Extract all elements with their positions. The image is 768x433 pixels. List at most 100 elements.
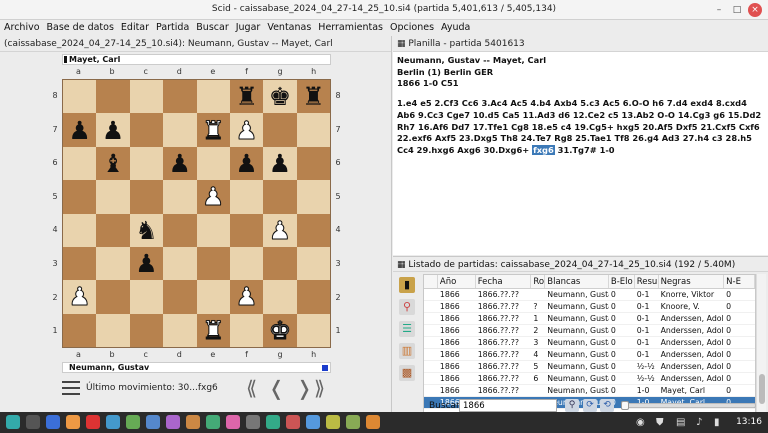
last-move-button[interactable]: ⟫ [314, 377, 325, 399]
next-move-button[interactable]: ❭ [296, 377, 313, 399]
square-b7[interactable]: ♟ [96, 113, 130, 147]
square-e5[interactable]: ♟ [196, 180, 230, 214]
square-h3[interactable] [296, 246, 330, 281]
table-row[interactable]: 18661866.??.??6Neumann, Gustav0½-½Anders… [424, 373, 755, 385]
filter-search-icon[interactable]: ⚲ [399, 299, 415, 315]
square-d1[interactable] [163, 313, 197, 347]
book-icon[interactable]: ▮ [399, 277, 415, 293]
menu-archivo[interactable]: Archivo [0, 20, 43, 33]
square-a6[interactable] [63, 146, 97, 181]
square-f3[interactable] [229, 246, 264, 281]
app-icon[interactable] [346, 415, 360, 429]
square-a7[interactable]: ♟ [63, 113, 97, 147]
square-c1[interactable] [129, 313, 164, 347]
square-c3[interactable]: ♟ [129, 246, 164, 281]
square-f7[interactable]: ♟ [229, 113, 264, 147]
white-pawn-icon[interactable]: ♟ [201, 184, 224, 210]
column-header[interactable]: B-Elo [609, 275, 635, 288]
black-king-icon[interactable]: ♚ [269, 84, 291, 109]
square-g7[interactable] [263, 113, 297, 147]
scid-icon[interactable] [366, 415, 380, 429]
square-b1[interactable] [96, 313, 130, 347]
square-g5[interactable] [263, 180, 297, 214]
square-e3[interactable] [196, 246, 230, 281]
column-header[interactable]: Fecha [476, 275, 532, 288]
shield-icon[interactable]: ⛊ [656, 417, 664, 428]
black-pawn-icon[interactable]: ♟ [269, 151, 291, 176]
square-c2[interactable] [129, 280, 164, 314]
app-icon[interactable] [206, 415, 220, 429]
app-icon[interactable] [266, 415, 280, 429]
square-b8[interactable] [96, 80, 130, 114]
board-icon[interactable]: ▩ [399, 365, 415, 381]
square-h6[interactable] [296, 146, 330, 181]
square-f8[interactable]: ♜ [229, 80, 264, 114]
table-row[interactable]: 18661866.??.???Neumann, Gustav00-1Knoore… [424, 301, 755, 313]
square-g8[interactable]: ♚ [263, 80, 297, 114]
black-pawn-icon[interactable]: ♟ [235, 151, 257, 176]
square-d7[interactable] [163, 113, 197, 147]
square-h8[interactable]: ♜ [296, 80, 330, 114]
square-e1[interactable]: ♜ [196, 313, 230, 347]
app-icon[interactable] [286, 415, 300, 429]
menu-base-de-datos[interactable]: Base de datos [43, 20, 117, 33]
stats-chart-icon[interactable]: ▥ [399, 343, 415, 359]
table-row[interactable]: 18661866.??.??Neumann, Gustav01-0Mayet, … [424, 385, 755, 397]
square-g2[interactable] [263, 280, 297, 314]
refresh-icon[interactable]: ⟳ [583, 399, 597, 412]
column-header[interactable] [424, 275, 438, 288]
square-d8[interactable] [163, 80, 197, 114]
white-pawn-icon[interactable]: ♟ [235, 117, 258, 143]
square-b5[interactable] [96, 180, 130, 214]
white-pawn-icon[interactable]: ♟ [268, 217, 291, 243]
app-icon[interactable] [106, 415, 120, 429]
square-a1[interactable] [63, 313, 97, 347]
square-b4[interactable] [96, 213, 130, 247]
square-c6[interactable] [129, 146, 164, 181]
reset-filter-icon[interactable]: ⟲ [600, 399, 614, 412]
column-header[interactable]: Ron [531, 275, 546, 288]
square-c7[interactable] [129, 113, 164, 147]
desktop-icon[interactable] [26, 415, 40, 429]
square-a8[interactable] [63, 80, 97, 114]
square-c5[interactable] [129, 180, 164, 214]
square-d4[interactable] [163, 213, 197, 247]
black-knight-icon[interactable]: ♞ [135, 218, 157, 243]
black-pawn-icon[interactable]: ♟ [169, 151, 191, 176]
table-header[interactable]: AñoFechaRonBlancasB-EloResuNegrasN-E [424, 275, 755, 289]
table-row[interactable]: 18661866.??.??2Neumann, Gustav00-1Anders… [424, 325, 755, 337]
table-row[interactable]: 18661866.??.??3Neumann, Gustav00-1Anders… [424, 337, 755, 349]
menu-buscar[interactable]: Buscar [192, 20, 231, 33]
list-position-slider[interactable] [621, 401, 756, 410]
white-rook-icon[interactable]: ♜ [201, 317, 224, 343]
search-icon[interactable]: ⚲ [565, 399, 579, 412]
telegram-icon[interactable] [146, 415, 160, 429]
square-g4[interactable]: ♟ [263, 213, 297, 247]
square-b3[interactable] [96, 246, 130, 281]
square-c4[interactable]: ♞ [129, 213, 164, 247]
black-bishop-icon[interactable]: ♝ [102, 151, 124, 176]
folder-icon[interactable]: ▤ [676, 417, 685, 428]
start-menu-icon[interactable] [6, 415, 20, 429]
square-e7[interactable]: ♜ [196, 113, 230, 147]
previous-move-button[interactable]: ❬ [268, 377, 285, 399]
square-b6[interactable]: ♝ [96, 146, 130, 181]
square-c8[interactable] [129, 80, 164, 114]
square-f4[interactable] [229, 213, 264, 247]
maximize-icon[interactable]: □ [730, 3, 744, 17]
app-icon[interactable] [186, 415, 200, 429]
white-rook-icon[interactable]: ♜ [201, 117, 224, 143]
menu-jugar[interactable]: Jugar [232, 20, 264, 33]
search-input[interactable] [459, 399, 557, 412]
square-d3[interactable] [163, 246, 197, 281]
menu-editar[interactable]: Editar [117, 20, 152, 33]
first-move-button[interactable]: ⟪ [246, 377, 257, 399]
app-icon[interactable] [126, 415, 140, 429]
white-pawn-icon[interactable]: ♟ [235, 284, 258, 310]
square-g3[interactable] [263, 246, 297, 281]
square-d5[interactable] [163, 180, 197, 214]
menu-hamburger-icon[interactable] [62, 381, 80, 395]
column-header[interactable]: N-E [724, 275, 755, 288]
square-h1[interactable] [296, 313, 330, 347]
square-d6[interactable]: ♟ [163, 146, 197, 181]
